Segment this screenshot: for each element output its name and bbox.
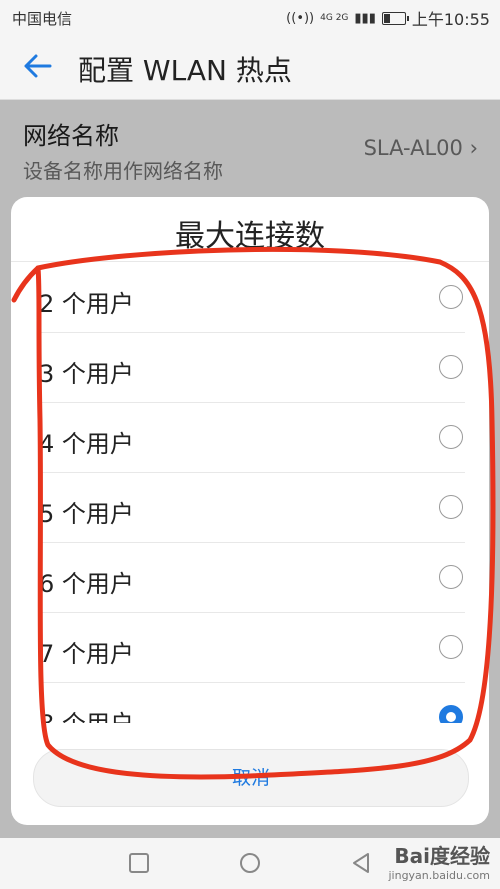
option-row-2[interactable]: 2 个用户	[11, 263, 489, 333]
status-bar: 中国电信 ((•)) 4G 2G ▮▮▮ 上午10:55	[0, 0, 500, 34]
watermark-url: jingyan.baidu.com	[388, 869, 490, 882]
radio-button[interactable]	[439, 425, 463, 449]
option-row-8[interactable]: 8 个用户	[11, 683, 489, 723]
option-row-5[interactable]: 5 个用户	[11, 473, 489, 543]
battery-icon	[381, 11, 409, 25]
option-label: 3 个用户	[39, 360, 134, 388]
option-label: 8 个用户	[39, 704, 134, 723]
carrier-label: 中国电信	[12, 10, 73, 28]
max-connections-dialog: 最大连接数 2 个用户 3 个用户 4 个用户 5 个用户 6 个用户 7 个用…	[11, 197, 489, 825]
radio-button[interactable]	[439, 495, 463, 519]
radio-button[interactable]	[439, 355, 463, 379]
radio-button[interactable]	[439, 565, 463, 589]
option-label: 4 个用户	[39, 430, 134, 458]
baidu-jingyan-watermark: Bai度经验 jingyan.baidu.com	[388, 840, 490, 882]
option-label: 6 个用户	[39, 570, 134, 598]
radio-button-selected[interactable]	[439, 705, 463, 723]
recent-apps-icon[interactable]	[128, 852, 150, 874]
options-list: 2 个用户 3 个用户 4 个用户 5 个用户 6 个用户 7 个用户	[11, 263, 489, 723]
option-row-3[interactable]: 3 个用户	[11, 333, 489, 403]
option-label: 2 个用户	[39, 290, 134, 318]
signal-icon: ▮▮▮	[354, 10, 376, 26]
option-row-7[interactable]: 7 个用户	[11, 613, 489, 683]
app-bar: 配置 WLAN 热点	[0, 34, 500, 100]
back-arrow-icon[interactable]	[22, 50, 54, 82]
page-title: 配置 WLAN 热点	[78, 54, 292, 87]
dialog-title: 最大连接数	[175, 219, 325, 254]
cancel-button[interactable]: 取消	[33, 749, 469, 807]
home-icon[interactable]	[239, 852, 261, 874]
hotspot-icon: ((•))	[286, 10, 315, 26]
status-icons: ((•)) 4G 2G ▮▮▮ 上午10:55	[286, 6, 490, 30]
back-triangle-icon[interactable]	[350, 852, 372, 874]
radio-button[interactable]	[439, 285, 463, 309]
network-badge: 4G 2G	[320, 13, 349, 23]
option-label: 7 个用户	[39, 640, 134, 668]
radio-button[interactable]	[439, 635, 463, 659]
divider	[11, 261, 489, 262]
clock: 上午10:55	[411, 10, 490, 29]
watermark-brand: Bai度经验	[394, 844, 490, 868]
option-label: 5 个用户	[39, 500, 134, 528]
option-row-4[interactable]: 4 个用户	[11, 403, 489, 473]
option-row-6[interactable]: 6 个用户	[11, 543, 489, 613]
